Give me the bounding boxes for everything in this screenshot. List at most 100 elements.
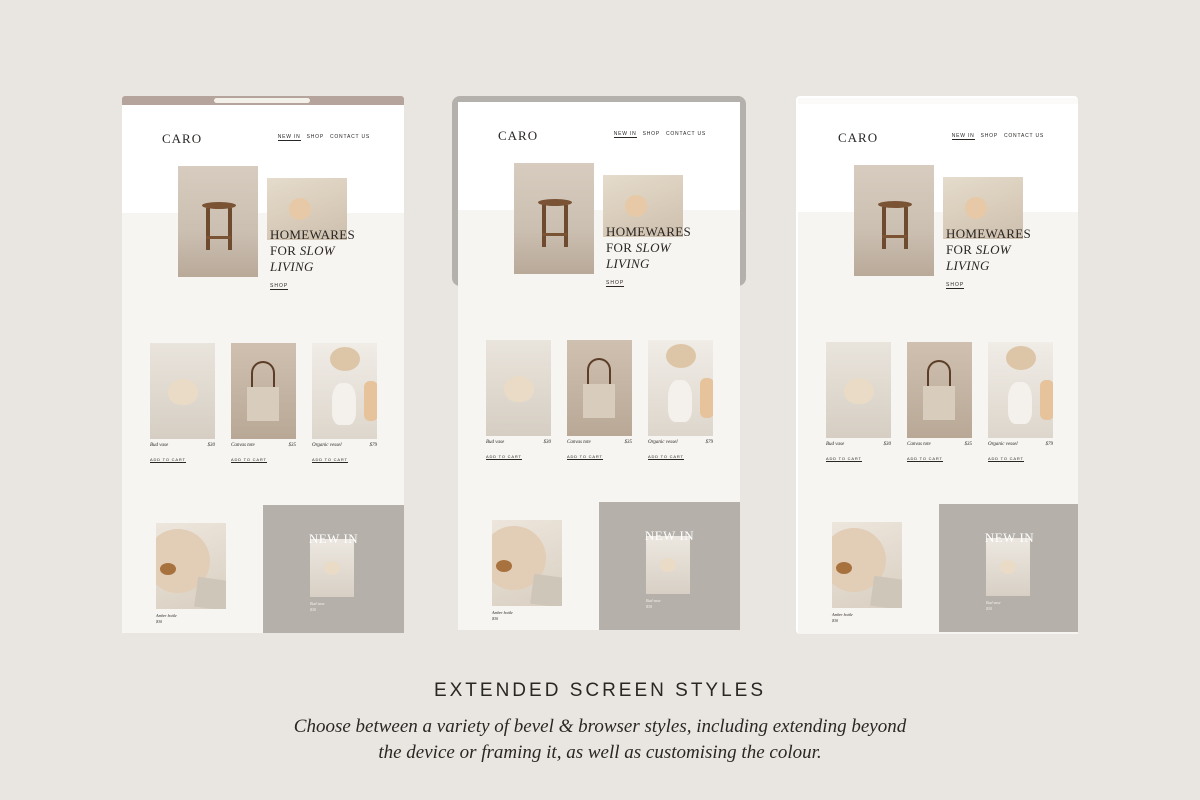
hero-background <box>798 104 1078 212</box>
feature-image[interactable] <box>156 523 226 609</box>
site-nav: NEW IN SHOP CONTACT US <box>608 131 706 138</box>
product-image[interactable] <box>312 343 377 439</box>
product-name: Organic vessel <box>988 442 1018 447</box>
nav-contact[interactable]: CONTACT US <box>330 134 370 140</box>
nav-shop[interactable]: SHOP <box>643 131 660 137</box>
product-name: Bud vase <box>826 442 845 447</box>
feature-image[interactable] <box>832 522 902 608</box>
nav-new-in[interactable]: NEW IN <box>951 133 975 140</box>
product-price: $79 <box>1045 442 1054 447</box>
new-in-panel[interactable]: NEW IN Bud vase $30 <box>599 502 740 630</box>
new-in-panel[interactable]: NEW IN Bud vase $30 <box>263 505 404 633</box>
new-in-caption: Bud vase $30 <box>986 600 1001 611</box>
nav-new-in[interactable]: NEW IN <box>613 131 637 138</box>
product-image[interactable] <box>150 343 215 439</box>
product-image[interactable] <box>486 340 551 436</box>
caption-heading: EXTENDED SCREEN STYLES <box>433 680 767 701</box>
nav-contact[interactable]: CONTACT US <box>666 131 706 137</box>
feature-image[interactable] <box>492 520 562 606</box>
nav-contact[interactable]: CONTACT US <box>1004 133 1044 139</box>
product-card[interactable]: Bud vase $30 ADD TO CART <box>826 342 891 465</box>
hero-shop-link[interactable]: SHOP <box>946 282 965 289</box>
product-card[interactable]: Bud vase $30 ADD TO CART <box>486 340 551 463</box>
product-card[interactable]: Organic vessel $79 ADD TO CART <box>988 342 1053 465</box>
product-card[interactable]: Canvas tote $35 ADD TO CART <box>907 342 972 465</box>
website-page: CARO NEW IN SHOP CONTACT US HOMEWARES FOR … <box>798 104 1078 634</box>
nav-shop[interactable]: SHOP <box>981 133 998 139</box>
product-name: Organic vessel <box>648 440 678 445</box>
product-price: $30 <box>883 442 892 447</box>
caption-description: Choose between a variety of bevel & brow… <box>293 716 907 763</box>
new-in-title: NEW IN <box>644 528 695 543</box>
product-card[interactable]: Organic vessel $79 ADD TO CART <box>648 340 713 463</box>
product-image[interactable] <box>648 340 713 436</box>
screen-browser-tinted: CARO NEW IN SHOP CONTACT US HOMEWARES FOR … <box>122 96 404 636</box>
add-to-cart-link[interactable]: ADD TO CART <box>150 457 186 463</box>
screen-bevel-extended: CARO NEW IN SHOP CONTACT US HOMEWARES FOR … <box>452 96 746 636</box>
new-in-panel[interactable]: NEW IN Bud vase $30 <box>939 504 1078 632</box>
product-card[interactable]: Canvas tote $35 ADD TO CART <box>231 343 296 466</box>
site-nav: NEW IN SHOP CONTACT US <box>946 133 1044 140</box>
product-price: $35 <box>964 442 973 447</box>
product-price: $79 <box>705 440 714 445</box>
product-image[interactable] <box>231 343 296 439</box>
new-in-title: NEW IN <box>308 531 359 546</box>
hero-shop-link[interactable]: SHOP <box>270 283 289 290</box>
product-image[interactable] <box>907 342 972 438</box>
add-to-cart-link[interactable]: ADD TO CART <box>648 454 684 460</box>
new-in-image[interactable] <box>986 538 1030 596</box>
add-to-cart-link[interactable]: ADD TO CART <box>567 454 603 460</box>
add-to-cart-link[interactable]: ADD TO CART <box>988 456 1024 462</box>
caption-block: EXTENDED SCREEN STYLES Choose between a … <box>0 680 1200 766</box>
hero-headline: HOMEWARES FOR SLOW LIVING <box>270 227 356 274</box>
add-to-cart-link[interactable]: ADD TO CART <box>312 457 348 463</box>
product-image[interactable] <box>988 342 1053 438</box>
feature-caption: Amber bottle $30 <box>832 612 853 623</box>
feature-caption: Amber bottle $30 <box>492 610 513 621</box>
hero-image-stool <box>854 165 934 276</box>
hero-headline: HOMEWARES FOR SLOW LIVING <box>946 226 1032 273</box>
product-price: $35 <box>288 443 297 448</box>
website-page: CARO NEW IN SHOP CONTACT US HOMEWARES FOR … <box>458 102 740 630</box>
add-to-cart-link[interactable]: ADD TO CART <box>826 456 862 462</box>
product-image[interactable] <box>567 340 632 436</box>
product-name: Canvas tote <box>231 443 255 448</box>
hero-background <box>122 105 404 213</box>
hero-image-stool <box>514 163 594 274</box>
add-to-cart-link[interactable]: ADD TO CART <box>907 456 943 462</box>
product-name: Bud vase <box>486 440 505 445</box>
product-name: Bud vase <box>150 443 169 448</box>
hero-headline: HOMEWARES FOR SLOW LIVING <box>606 224 692 271</box>
new-in-caption: Bud vase $30 <box>646 598 661 609</box>
new-in-image[interactable] <box>646 536 690 594</box>
product-price: $30 <box>543 440 552 445</box>
product-price: $79 <box>369 443 378 448</box>
product-card[interactable]: Organic vessel $79 ADD TO CART <box>312 343 377 466</box>
product-card[interactable]: Bud vase $30 ADD TO CART <box>150 343 215 466</box>
add-to-cart-link[interactable]: ADD TO CART <box>486 454 522 460</box>
site-logo[interactable]: CARO <box>498 128 538 144</box>
nav-new-in[interactable]: NEW IN <box>277 134 301 141</box>
product-image[interactable] <box>826 342 891 438</box>
product-price: $30 <box>207 443 216 448</box>
feature-caption: Amber bottle $30 <box>156 613 177 624</box>
product-name: Organic vessel <box>312 443 342 448</box>
product-price: $35 <box>624 440 633 445</box>
site-nav: NEW IN SHOP CONTACT US <box>272 134 370 141</box>
site-logo[interactable]: CARO <box>162 131 202 147</box>
product-card[interactable]: Canvas tote $35 ADD TO CART <box>567 340 632 463</box>
new-in-image[interactable] <box>310 539 354 597</box>
browser-chrome <box>122 96 404 112</box>
url-bar[interactable] <box>214 98 310 103</box>
new-in-caption: Bud vase $30 <box>310 601 325 612</box>
nav-shop[interactable]: SHOP <box>307 134 324 140</box>
product-name: Canvas tote <box>567 440 591 445</box>
hero-background <box>458 102 740 210</box>
product-name: Canvas tote <box>907 442 931 447</box>
website-page: CARO NEW IN SHOP CONTACT US HOMEWARES FOR … <box>122 105 404 633</box>
hero-shop-link[interactable]: SHOP <box>606 280 625 287</box>
site-logo[interactable]: CARO <box>838 130 878 146</box>
new-in-title: NEW IN <box>984 530 1035 545</box>
screen-browser-framed: CARO NEW IN SHOP CONTACT US HOMEWARES FOR … <box>796 96 1078 636</box>
add-to-cart-link[interactable]: ADD TO CART <box>231 457 267 463</box>
